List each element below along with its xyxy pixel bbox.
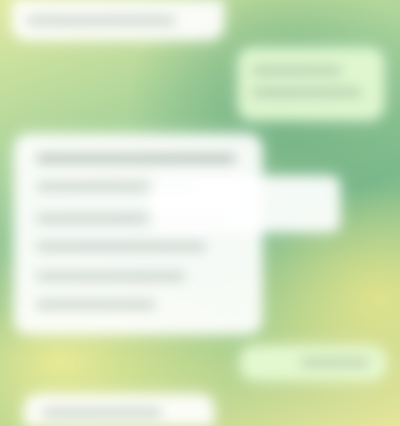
message-text-placeholder	[36, 242, 206, 251]
message-text-placeholder	[252, 66, 342, 75]
message-bubble-incoming[interactable]	[24, 394, 214, 426]
message-text-placeholder	[36, 300, 156, 309]
message-text-placeholder	[300, 358, 370, 367]
message-text-placeholder	[36, 272, 186, 281]
chat-wallpaper	[0, 0, 400, 426]
message-bubble-incoming[interactable]	[14, 134, 262, 334]
message-bubble-outgoing[interactable]	[240, 346, 386, 380]
message-text-placeholder	[36, 154, 236, 163]
message-bubble-incoming[interactable]	[12, 0, 224, 40]
message-bubble-incoming-extension	[150, 176, 340, 232]
message-text-placeholder	[42, 408, 162, 417]
message-text-placeholder	[26, 16, 176, 25]
message-text-placeholder	[252, 88, 362, 97]
message-bubble-outgoing[interactable]	[238, 48, 384, 120]
